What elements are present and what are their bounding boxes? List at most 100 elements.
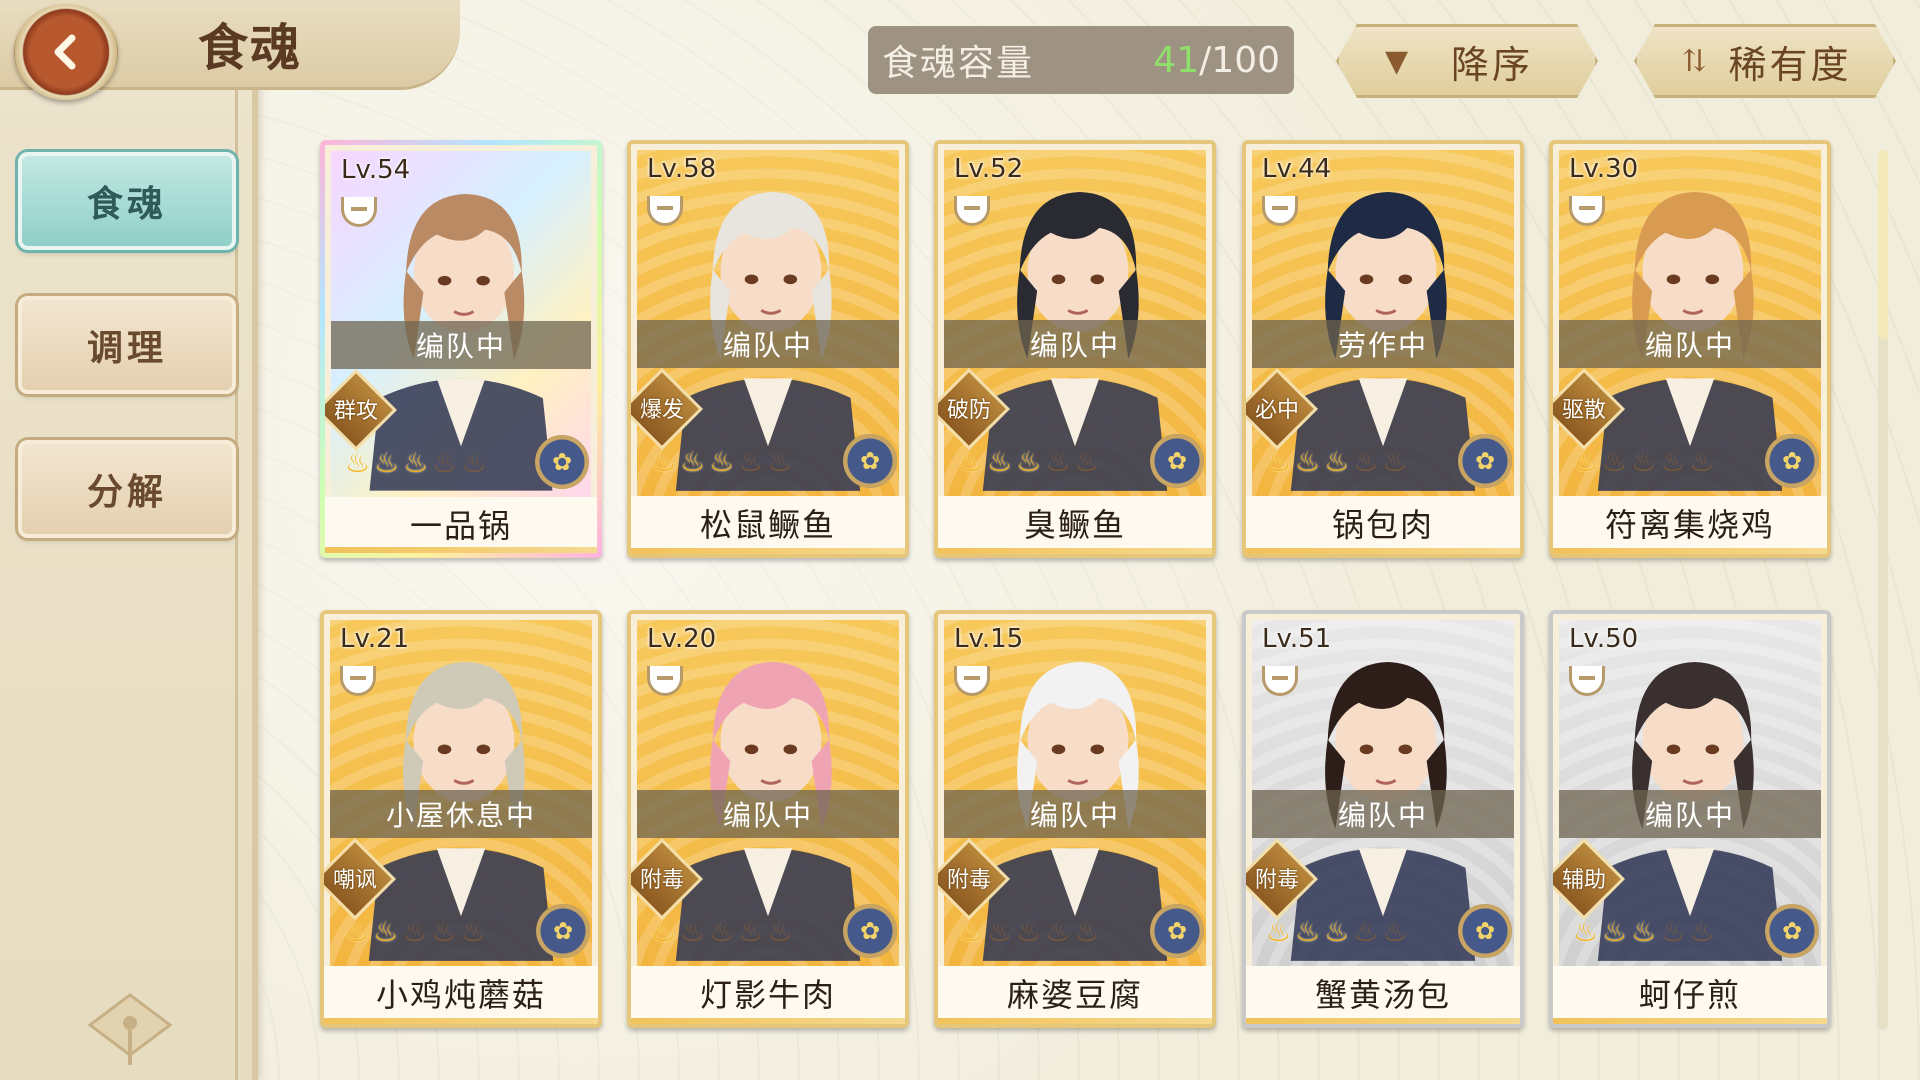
- food-soul-card[interactable]: Lv.44 劳作中 必中 ♨ ♨ ♨ ♨ ♨ ✿ 锅包肉: [1242, 140, 1524, 558]
- food-soul-card[interactable]: Lv.58 编队中 爆发 ♨ ♨ ♨ ♨ ♨ ✿ 松鼠鳜鱼: [627, 140, 909, 558]
- element-flower-icon: ✿: [1458, 434, 1512, 488]
- rarity-flame-icon: ♨: [373, 915, 399, 948]
- rarity-flame-icon: ♨: [344, 915, 370, 948]
- rarity-flame-icon: ♨: [958, 445, 984, 478]
- rarity-stars: ♨ ♨ ♨ ♨ ♨: [1266, 918, 1408, 946]
- rarity-flame-icon: ♨: [1295, 915, 1321, 948]
- level-label: Lv.52: [954, 154, 1024, 184]
- rarity-flame-icon: ♨: [1573, 445, 1599, 478]
- role-label: 爆发: [639, 398, 684, 423]
- food-soul-name: 臭鳜鱼: [938, 496, 1212, 550]
- status-banner: 劳作中: [1252, 320, 1514, 368]
- sidebar-item-cook[interactable]: 调理: [18, 296, 236, 394]
- rarity-flame-icon: ♨: [1266, 915, 1292, 948]
- role-label: 嘲讽: [332, 868, 377, 893]
- rarity-flame-icon: ♨: [1631, 915, 1657, 948]
- rarity-flame-icon: ♨: [1074, 915, 1100, 948]
- level-label: Lv.20: [647, 624, 717, 654]
- sidebar-item-decompose[interactable]: 分解: [18, 440, 236, 538]
- status-banner: 编队中: [331, 321, 591, 369]
- food-soul-card[interactable]: Lv.20 编队中 附毒 ♨ ♨ ♨ ♨ ♨ ✿ 灯影牛肉: [627, 610, 909, 1028]
- rarity-flame-icon: ♨: [1324, 915, 1350, 948]
- order-button-label: 降序: [1450, 42, 1533, 87]
- back-button[interactable]: [14, 4, 118, 100]
- element-flower-icon: ✿: [1765, 434, 1819, 488]
- food-soul-card[interactable]: Lv.30 编队中 驱散 ♨ ♨ ♨ ♨ ♨ ✿ 符离集烧鸡: [1549, 140, 1831, 558]
- rarity-flame-icon: ♨: [431, 915, 457, 948]
- rarity-flame-icon: ♨: [432, 446, 458, 479]
- rarity-flame-icon: ♨: [1382, 915, 1408, 948]
- role-label: 破防: [946, 398, 991, 423]
- rarity-flame-icon: ♨: [1045, 445, 1071, 478]
- sort-button-label: 稀有度: [1728, 42, 1852, 87]
- card-bottom-bar: [324, 1018, 598, 1024]
- food-soul-name: 符离集烧鸡: [1553, 496, 1827, 550]
- level-label: Lv.44: [1262, 154, 1332, 184]
- card-bottom-bar: [631, 1018, 905, 1024]
- rarity-flame-icon: ♨: [709, 445, 735, 478]
- rarity-flame-icon: ♨: [651, 915, 677, 948]
- food-soul-name: 松鼠鳜鱼: [631, 496, 905, 550]
- food-soul-card[interactable]: Lv.54 编队中 群攻 ♨ ♨ ♨ ♨ ♨ ✿ 一品锅: [320, 140, 602, 558]
- level-label: Lv.21: [340, 624, 410, 654]
- food-soul-name: 蟹黄汤包: [1246, 966, 1520, 1020]
- rarity-flame-icon: ♨: [1660, 915, 1686, 948]
- rarity-stars: ♨ ♨ ♨ ♨ ♨: [345, 449, 487, 477]
- rarity-flame-icon: ♨: [1016, 915, 1042, 948]
- rarity-flame-icon: ♨: [1353, 445, 1379, 478]
- rarity-flame-icon: ♨: [651, 445, 677, 478]
- food-soul-card[interactable]: Lv.51 编队中 附毒 ♨ ♨ ♨ ♨ ♨ ✿ 蟹黄汤包: [1242, 610, 1524, 1028]
- rarity-flame-icon: ♨: [1689, 915, 1715, 948]
- order-button[interactable]: ▼ 降序: [1336, 24, 1598, 98]
- sidebar-item-food-soul[interactable]: 食魂: [18, 152, 236, 250]
- rarity-flame-icon: ♨: [1324, 445, 1350, 478]
- rarity-flame-icon: ♨: [1631, 445, 1657, 478]
- rarity-flame-icon: ♨: [345, 446, 371, 479]
- food-soul-name: 灯影牛肉: [631, 966, 905, 1020]
- rarity-flame-icon: ♨: [1295, 445, 1321, 478]
- rarity-flame-icon: ♨: [738, 915, 764, 948]
- element-flower-icon: ✿: [843, 434, 897, 488]
- rarity-flame-icon: ♨: [1016, 445, 1042, 478]
- food-soul-name: 锅包肉: [1246, 496, 1520, 550]
- level-label: Lv.30: [1569, 154, 1639, 184]
- rarity-flame-icon: ♨: [958, 915, 984, 948]
- scrollbar-thumb[interactable]: [1878, 150, 1888, 340]
- food-soul-name: 一品锅: [325, 497, 597, 551]
- status-banner: 编队中: [1559, 320, 1821, 368]
- element-flower-icon: ✿: [1458, 904, 1512, 958]
- page-title: 食魂: [198, 18, 302, 77]
- role-label: 附毒: [1254, 868, 1299, 893]
- food-soul-card[interactable]: Lv.15 编队中 附毒 ♨ ♨ ♨ ♨ ♨ ✿ 麻婆豆腐: [934, 610, 1216, 1028]
- food-soul-card[interactable]: Lv.21 小屋休息中 嘲讽 ♨ ♨ ♨ ♨ ♨ ✿ 小鸡炖蘑菇: [320, 610, 602, 1028]
- food-soul-card[interactable]: Lv.50 编队中 辅助 ♨ ♨ ♨ ♨ ♨ ✿ 蚵仔煎: [1549, 610, 1831, 1028]
- status-banner: 编队中: [637, 790, 899, 838]
- rarity-flame-icon: ♨: [987, 915, 1013, 948]
- food-soul-card[interactable]: Lv.52 编队中 破防 ♨ ♨ ♨ ♨ ♨ ✿ 臭鳜鱼: [934, 140, 1216, 558]
- level-label: Lv.54: [341, 155, 411, 185]
- rarity-stars: ♨ ♨ ♨ ♨ ♨: [1266, 448, 1408, 476]
- rarity-flame-icon: ♨: [374, 446, 400, 479]
- element-flower-icon: ✿: [843, 904, 897, 958]
- rarity-flame-icon: ♨: [1689, 445, 1715, 478]
- rarity-flame-icon: ♨: [1602, 445, 1628, 478]
- rarity-stars: ♨ ♨ ♨ ♨ ♨: [1573, 918, 1715, 946]
- rarity-stars: ♨ ♨ ♨ ♨ ♨: [958, 448, 1100, 476]
- scrollbar[interactable]: [1878, 150, 1888, 1030]
- rarity-flame-icon: ♨: [402, 915, 428, 948]
- food-soul-name: 麻婆豆腐: [938, 966, 1212, 1020]
- element-flower-icon: ✿: [535, 435, 589, 489]
- status-banner: 编队中: [1559, 790, 1821, 838]
- rarity-stars: ♨ ♨ ♨ ♨ ♨: [958, 918, 1100, 946]
- rarity-stars: ♨ ♨ ♨ ♨ ♨: [344, 918, 486, 946]
- rarity-flame-icon: ♨: [1045, 915, 1071, 948]
- card-bottom-bar: [325, 547, 597, 553]
- card-bottom-bar: [938, 548, 1212, 554]
- rarity-flame-icon: ♨: [461, 446, 487, 479]
- card-bottom-bar: [1246, 1018, 1520, 1024]
- rarity-flame-icon: ♨: [1573, 915, 1599, 948]
- capacity-max: /100: [1199, 39, 1280, 81]
- sort-rarity-button[interactable]: ⇅ 稀有度: [1634, 24, 1896, 98]
- capacity-label: 食魂容量: [882, 43, 1035, 84]
- capacity-current: 41: [1153, 39, 1200, 81]
